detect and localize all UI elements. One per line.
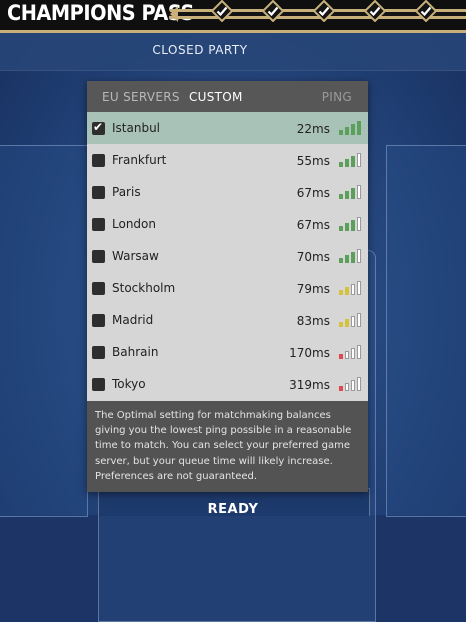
signal-strength-icon	[339, 344, 363, 359]
server-name: Stockholm	[112, 281, 176, 295]
signal-strength-icon	[339, 280, 363, 295]
signal-bar	[351, 316, 355, 327]
server-checkbox[interactable]	[92, 378, 105, 391]
check-diamond-icon[interactable]	[414, 0, 438, 23]
signal-strength-icon	[339, 120, 363, 135]
server-row[interactable]: Paris 67ms	[87, 176, 368, 208]
server-row[interactable]: London 67ms	[87, 208, 368, 240]
signal-bar	[357, 313, 361, 327]
server-list: ✔ Istanbul 22ms Frankfurt 55ms Paris 67ms Londo…	[87, 112, 368, 400]
signal-bar	[345, 159, 349, 167]
server-name: Warsaw	[112, 249, 159, 263]
signal-bar	[345, 255, 349, 263]
signal-strength-icon	[339, 312, 363, 327]
server-checkbox[interactable]	[92, 154, 105, 167]
ping-column-header: PING	[321, 90, 352, 104]
check-diamond-icon[interactable]	[363, 0, 387, 23]
server-ping: 67ms	[296, 186, 330, 200]
signal-strength-icon	[339, 152, 363, 167]
signal-bar	[357, 377, 361, 391]
check-diamond-icon[interactable]	[261, 0, 285, 23]
right-side-panel	[386, 145, 466, 517]
signal-bar	[351, 124, 355, 135]
server-ping: 67ms	[296, 218, 330, 232]
server-checkbox[interactable]	[92, 282, 105, 295]
signal-bar	[339, 290, 343, 295]
signal-bar	[339, 194, 343, 199]
server-name: London	[112, 217, 156, 231]
server-ping: 319ms	[289, 378, 330, 392]
signal-bar	[345, 351, 349, 359]
server-name: Bahrain	[112, 345, 159, 359]
champions-pass-title: CHAMPIONS PASS	[7, 1, 194, 25]
tab-custom[interactable]: CUSTOM	[189, 90, 243, 104]
party-status-label[interactable]: CLOSED PARTY	[0, 43, 400, 57]
signal-bar	[357, 345, 361, 359]
signal-bar	[357, 281, 361, 295]
server-ping: 22ms	[296, 122, 330, 136]
signal-bar	[357, 249, 361, 263]
signal-bar	[339, 258, 343, 263]
server-name: Tokyo	[112, 377, 146, 391]
server-ping: 170ms	[289, 346, 330, 360]
signal-strength-icon	[339, 216, 363, 231]
server-row[interactable]: Tokyo 319ms	[87, 368, 368, 400]
check-diamond-icon[interactable]	[312, 0, 336, 23]
server-checkbox[interactable]	[92, 186, 105, 199]
server-row[interactable]: Stockholm 79ms	[87, 272, 368, 304]
server-ping: 55ms	[296, 154, 330, 168]
signal-bar	[351, 252, 355, 263]
signal-strength-icon	[339, 376, 363, 391]
signal-bar	[345, 383, 349, 391]
checkmark-icon: ✔	[93, 120, 104, 134]
signal-bar	[357, 217, 361, 231]
signal-bar	[351, 188, 355, 199]
signal-bar	[339, 226, 343, 231]
signal-bar	[345, 287, 349, 295]
tab-eu-servers[interactable]: EU SERVERS	[102, 90, 180, 104]
server-checkbox[interactable]	[92, 314, 105, 327]
signal-bar	[351, 348, 355, 359]
signal-bar	[357, 153, 361, 167]
server-name: Frankfurt	[112, 153, 167, 167]
server-row[interactable]: Bahrain 170ms	[87, 336, 368, 368]
signal-bar	[357, 185, 361, 199]
server-ping: 83ms	[296, 314, 330, 328]
server-row[interactable]: Frankfurt 55ms	[87, 144, 368, 176]
signal-bar	[351, 284, 355, 295]
check-diamond-icon[interactable]	[210, 0, 234, 23]
server-selector-dropdown: EU SERVERS CUSTOM PING ✔ Istanbul 22ms Fran…	[87, 81, 368, 492]
server-row[interactable]: Warsaw 70ms	[87, 240, 368, 272]
server-ping: 70ms	[296, 250, 330, 264]
signal-bar	[345, 319, 349, 327]
server-name: Madrid	[112, 313, 154, 327]
server-row[interactable]: ✔ Istanbul 22ms	[87, 112, 368, 144]
server-tabs: EU SERVERS CUSTOM PING	[87, 81, 368, 112]
server-name: Istanbul	[112, 121, 161, 135]
signal-bar	[345, 223, 349, 231]
server-row[interactable]: Madrid 83ms	[87, 304, 368, 336]
signal-bar	[345, 191, 349, 199]
signal-bar	[339, 386, 343, 391]
server-ping: 79ms	[296, 282, 330, 296]
server-checkbox[interactable]	[92, 346, 105, 359]
signal-bar	[339, 162, 343, 167]
left-side-panel	[0, 145, 88, 517]
signal-strength-icon	[339, 184, 363, 199]
server-checkbox[interactable]	[92, 218, 105, 231]
signal-bar	[339, 322, 343, 327]
signal-strength-icon	[339, 248, 363, 263]
server-checkbox[interactable]: ✔	[92, 120, 105, 135]
signal-bar	[345, 127, 349, 135]
signal-bar	[351, 380, 355, 391]
matchmaking-info-text: The Optimal setting for matchmaking bala…	[87, 401, 368, 492]
signal-bar	[351, 156, 355, 167]
signal-bar	[351, 220, 355, 231]
server-name: Paris	[112, 185, 141, 199]
signal-bar	[357, 121, 361, 135]
signal-bar	[339, 354, 343, 359]
champions-pass-bar[interactable]: CHAMPIONS PASS	[0, 0, 466, 33]
signal-bar	[339, 130, 343, 135]
server-checkbox[interactable]	[92, 250, 105, 263]
